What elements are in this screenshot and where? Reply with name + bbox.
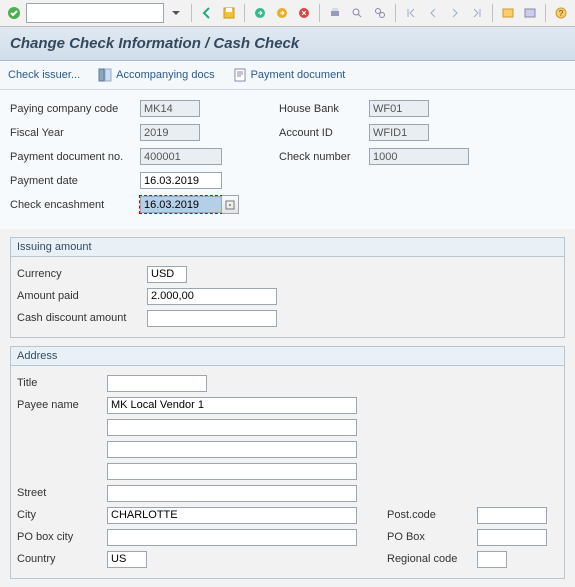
action-bar: Check issuer... Accompanying docs Paymen… — [0, 61, 575, 90]
next-page-icon[interactable] — [445, 2, 465, 24]
payment-doc-label: Payment document no. — [10, 151, 140, 163]
help-icon[interactable]: ? — [551, 2, 571, 24]
company-code-field — [140, 100, 200, 117]
poboxcity-label: PO box city — [17, 531, 107, 543]
region-field[interactable] — [477, 551, 507, 568]
house-bank-label: House Bank — [279, 103, 369, 115]
pobox-label: PO Box — [387, 531, 477, 543]
postcode-field[interactable] — [477, 507, 547, 524]
payee-label: Payee name — [17, 399, 107, 411]
paydoc-label: Payment document — [251, 69, 346, 81]
fiscal-year-label: Fiscal Year — [10, 127, 140, 139]
cash-discount-field[interactable] — [147, 310, 277, 327]
cancel-red-icon[interactable] — [294, 2, 314, 24]
payee-line4-field[interactable] — [107, 463, 357, 480]
paydoc-icon — [233, 68, 247, 82]
amount-paid-label: Amount paid — [17, 290, 147, 302]
address-group: Address Title Payee name Street City Pos… — [10, 346, 565, 579]
encashment-label: Check encashment — [10, 199, 140, 211]
page-title: Change Check Information / Cash Check — [0, 27, 575, 61]
exit-yellow-icon[interactable] — [272, 2, 292, 24]
issuing-amount-group: Issuing amount Currency Amount paid Cash… — [10, 237, 565, 338]
find-icon[interactable] — [347, 2, 367, 24]
left-column: Paying company code Fiscal Year Payment … — [10, 98, 239, 215]
check-number-label: Check number — [279, 151, 369, 163]
postcode-label: Post.code — [387, 509, 477, 521]
city-label: City — [17, 509, 107, 521]
exit-green-icon[interactable] — [250, 2, 270, 24]
svg-text:?: ? — [559, 9, 564, 18]
first-page-icon[interactable] — [401, 2, 421, 24]
issuer-label: Check issuer... — [8, 69, 80, 81]
check-number-field — [369, 148, 469, 165]
title-label: Title — [17, 377, 107, 389]
right-column: House Bank Account ID Check number — [279, 98, 469, 215]
last-page-icon[interactable] — [467, 2, 487, 24]
currency-label: Currency — [17, 268, 147, 280]
street-field[interactable] — [107, 485, 357, 502]
docs-label: Accompanying docs — [116, 69, 214, 81]
country-field[interactable] — [107, 551, 147, 568]
region-label: Regional code — [387, 553, 477, 565]
back-icon[interactable] — [197, 2, 217, 24]
header-form: Paying company code Fiscal Year Payment … — [0, 90, 575, 229]
payee-line2-field[interactable] — [107, 419, 357, 436]
find-next-icon[interactable] — [369, 2, 389, 24]
country-label: Country — [17, 553, 107, 565]
currency-field[interactable] — [147, 266, 187, 283]
company-code-label: Paying company code — [10, 103, 140, 115]
session-icon[interactable] — [498, 2, 518, 24]
print-icon[interactable] — [325, 2, 345, 24]
command-field[interactable] — [26, 3, 164, 23]
prev-page-icon[interactable] — [423, 2, 443, 24]
cash-discount-label: Cash discount amount — [17, 312, 147, 324]
save-icon[interactable] — [219, 2, 239, 24]
accompanying-docs-action[interactable]: Accompanying docs — [98, 68, 214, 82]
account-id-label: Account ID — [279, 127, 369, 139]
check-issuer-action[interactable]: Check issuer... — [8, 69, 80, 81]
payee-name-field[interactable] — [107, 397, 357, 414]
address-title: Address — [11, 347, 564, 366]
shortcut-icon[interactable] — [520, 2, 540, 24]
ok-icon[interactable] — [4, 2, 24, 24]
fiscal-year-field — [140, 124, 200, 141]
title-field[interactable] — [107, 375, 207, 392]
payment-date-label: Payment date — [10, 175, 140, 187]
house-bank-field — [369, 100, 429, 117]
issuing-amount-title: Issuing amount — [11, 238, 564, 257]
date-help-icon[interactable] — [222, 195, 239, 214]
payee-line3-field[interactable] — [107, 441, 357, 458]
docs-icon — [98, 68, 112, 82]
amount-paid-field[interactable] — [147, 288, 277, 305]
encashment-field[interactable] — [140, 196, 222, 213]
city-field[interactable] — [107, 507, 357, 524]
payment-date-field[interactable] — [140, 172, 222, 189]
payment-document-action[interactable]: Payment document — [233, 68, 346, 82]
poboxcity-field[interactable] — [107, 529, 357, 546]
payment-doc-field — [140, 148, 222, 165]
pobox-field[interactable] — [477, 529, 547, 546]
account-id-field — [369, 124, 429, 141]
street-label: Street — [17, 487, 107, 499]
dropdown-icon[interactable] — [166, 2, 186, 24]
app-toolbar: ? — [0, 0, 575, 27]
